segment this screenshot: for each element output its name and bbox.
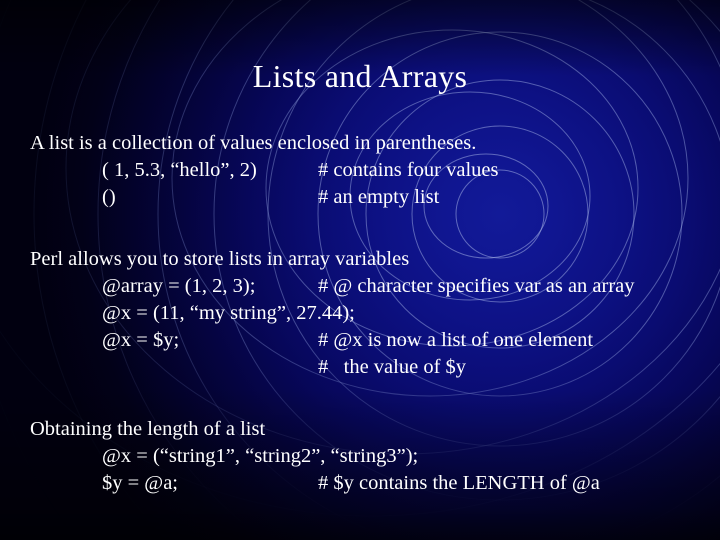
line-code: @x = $y;	[102, 329, 180, 351]
line-comment: # contains four values	[318, 159, 499, 181]
line-code: ( 1, 5.3, “hello”, 2)	[102, 159, 257, 181]
text-line: () # an empty list	[30, 184, 720, 211]
content-block-array-variables: Perl allows you to store lists in array …	[30, 246, 720, 381]
text-line: Perl allows you to store lists in array …	[30, 246, 720, 273]
text-line: @x = (“string1”, “string2”, “string3”);	[30, 443, 720, 470]
line-comment: # @x is now a list of one element	[318, 329, 594, 351]
line-code: ()	[102, 186, 116, 208]
text-line: @array = (1, 2, 3); # @ character specif…	[30, 273, 720, 300]
content-block-list-length: Obtaining the length of a list @x = (“st…	[30, 416, 720, 497]
text-line: @x = $y; # @x is now a list of one eleme…	[30, 327, 720, 354]
line-comment: # the value of $y	[318, 356, 467, 378]
line-comment: # $y contains the LENGTH of @a	[318, 472, 600, 494]
slide-content: Lists and Arrays A list is a collection …	[0, 0, 720, 540]
line-code: @x = (11, “my string”, 27.44);	[102, 302, 355, 324]
text-line: Obtaining the length of a list	[30, 416, 720, 443]
line-code: Perl allows you to store lists in array …	[30, 248, 410, 270]
text-line: ( 1, 5.3, “hello”, 2) # contains four va…	[30, 157, 720, 184]
text-line: A list is a collection of values enclose…	[30, 130, 720, 157]
line-code: A list is a collection of values enclose…	[30, 132, 477, 154]
line-comment: # an empty list	[318, 186, 440, 208]
line-code: $y = @a;	[102, 472, 178, 494]
text-line: $y = @a; # $y contains the LENGTH of @a	[30, 470, 720, 497]
line-comment: # @ character specifies var as an array	[318, 275, 635, 297]
line-code: @array = (1, 2, 3);	[102, 275, 256, 297]
presentation-slide: Lists and Arrays A list is a collection …	[0, 0, 720, 540]
text-line: # the value of $y	[30, 354, 720, 381]
line-code: @x = (“string1”, “string2”, “string3”);	[102, 445, 419, 467]
line-code: Obtaining the length of a list	[30, 418, 266, 440]
content-block-list-definition: A list is a collection of values enclose…	[30, 130, 720, 211]
slide-title: Lists and Arrays	[252, 58, 468, 94]
text-line: @x = (11, “my string”, 27.44);	[30, 300, 720, 327]
